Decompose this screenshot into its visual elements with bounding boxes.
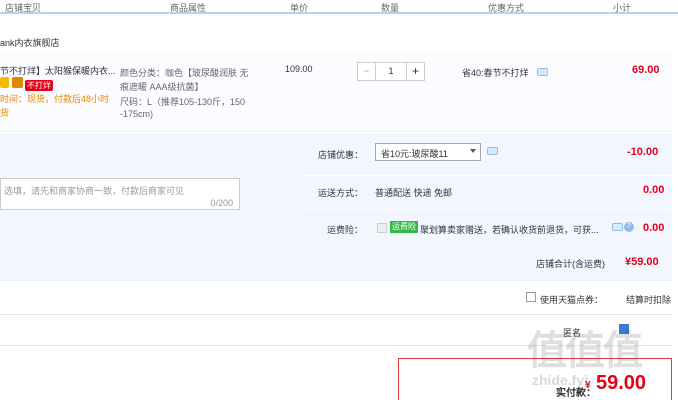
col-price: 单价 <box>290 3 309 13</box>
insurance-label: 运费险： <box>327 225 364 235</box>
buyer-note-input[interactable]: 选填，请先和商家协商一致，付款后商家可见 0/200 <box>0 178 240 210</box>
note-placeholder: 选填，请先和商家协商一致，付款后商家可见 <box>4 186 185 196</box>
quantity-stepper: − 1 + <box>357 62 427 81</box>
col-promo: 优惠方式 <box>488 3 525 13</box>
divider <box>0 314 672 315</box>
shipping-label: 运送方式： <box>318 188 364 198</box>
insurance-checkbox[interactable] <box>377 223 387 233</box>
gold-icon <box>0 77 9 88</box>
shop-total-amount: ¥59.00 <box>625 256 659 268</box>
table-header: 店铺宝贝 商品属性 单价 数量 优惠方式 小计 <box>0 0 678 14</box>
insurance-amount: 0.00 <box>643 222 665 234</box>
coupon-note: 结算时扣除 <box>626 295 672 305</box>
quantity-input[interactable]: 1 <box>375 62 407 81</box>
info-icon[interactable]: ? <box>624 222 634 232</box>
divider <box>300 175 672 176</box>
shop-discount-value: 省10元:玻尿酸11 <box>381 149 448 159</box>
col-qty: 数量 <box>381 3 400 13</box>
coupon-label: 使用天猫点券： <box>540 295 604 305</box>
watermark-logo: 值值值 <box>527 329 643 373</box>
item-title[interactable]: 节不打烊】太阳猴保暖内衣... <box>0 64 116 77</box>
shop-name[interactable]: ank内衣旗舰店 <box>0 36 60 49</box>
attr-color-2: 痕遮暖 AAA级抗菌】 <box>120 82 204 92</box>
attr-color-1: 颜色分类：咖色【玻尿酸润肤 无 <box>120 68 249 78</box>
item-promo: 省40:春节不打烊 <box>462 68 529 78</box>
chevron-down-icon <box>470 149 476 153</box>
shop-discount-select[interactable]: 省10元:玻尿酸11 <box>375 143 481 161</box>
divider <box>300 209 672 210</box>
shop-total-label: 店铺合计(含运费) <box>536 259 605 269</box>
item-delivery-1: 时间：现货，付款后48小时 <box>0 94 110 104</box>
shipping-value: 普通配送 快递 免邮 <box>375 188 453 198</box>
item-icons: 不打烊 <box>0 77 54 91</box>
coupon-checkbox[interactable] <box>526 292 536 302</box>
col-subtotal: 小计 <box>613 3 632 13</box>
insurance-badge: 运费险 <box>390 221 418 233</box>
item-subtotal: 69.00 <box>632 64 660 76</box>
shipping-amount: 0.00 <box>643 184 665 196</box>
item-delivery-2: 货 <box>0 108 10 118</box>
watermark-url: zhide.fyi <box>532 372 589 388</box>
chat-icon[interactable] <box>612 223 623 231</box>
card-icon <box>11 77 23 88</box>
plus-button[interactable]: + <box>406 62 425 81</box>
shop-discount-label: 店铺优惠： <box>318 150 364 160</box>
insurance-text: 聚划算卖家赠送，若确认收货前退货，可获... <box>420 225 599 235</box>
minus-button[interactable]: − <box>357 62 376 81</box>
note-counter: 0/200 <box>210 198 233 208</box>
chat-icon[interactable] <box>487 147 498 155</box>
item-price: 109.00 <box>285 64 313 74</box>
col-shop: 店铺宝贝 <box>5 3 42 13</box>
chat-icon[interactable] <box>537 68 548 76</box>
col-attr: 商品属性 <box>170 3 207 13</box>
shop-discount-amount: -10.00 <box>627 146 659 158</box>
attr-size-1: 尺码：L（推荐105-130斤，150 <box>120 97 246 107</box>
attr-size-2: -175cm) <box>120 109 154 119</box>
item-badge: 不打烊 <box>25 80 54 91</box>
